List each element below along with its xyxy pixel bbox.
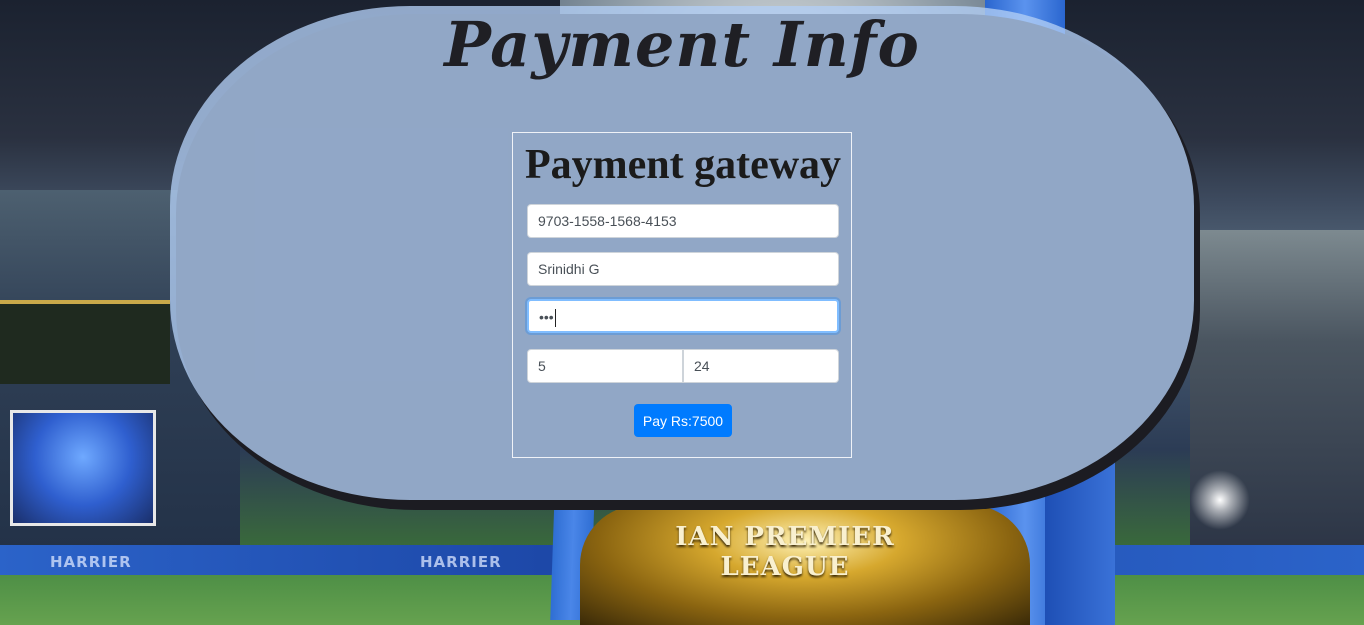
card-number-value: 9703-1558-1568-4153 xyxy=(538,213,677,229)
expiry-year-value: 24 xyxy=(694,358,710,374)
card-holder-input[interactable]: Srinidhi G xyxy=(527,252,839,286)
form-title: Payment gateway xyxy=(524,142,842,188)
ad-text-left: HARRIER xyxy=(50,553,132,571)
expiry-month-value: 5 xyxy=(538,358,546,374)
scoreboard xyxy=(0,300,170,384)
expiry-month-input[interactable]: 5 xyxy=(527,349,683,383)
trophy-label: IAN PREMIER LEAGUE xyxy=(675,522,895,582)
stadium-screen xyxy=(10,410,156,526)
pay-button[interactable]: Pay Rs:7500 xyxy=(634,404,732,437)
cvv-input[interactable]: ••• xyxy=(527,299,839,333)
card-holder-value: Srinidhi G xyxy=(538,261,600,277)
expiry-year-input[interactable]: 24 xyxy=(683,349,839,383)
ad-text-mid: HARRIER xyxy=(420,553,502,571)
page-title: Payment Info xyxy=(444,8,920,81)
text-cursor xyxy=(554,309,556,328)
payment-form: Payment gateway 9703-1558-1568-4153 Srin… xyxy=(512,132,852,458)
cvv-value: ••• xyxy=(539,309,554,325)
card-number-input[interactable]: 9703-1558-1568-4153 xyxy=(527,204,839,238)
floodlight-flare xyxy=(1190,470,1250,530)
